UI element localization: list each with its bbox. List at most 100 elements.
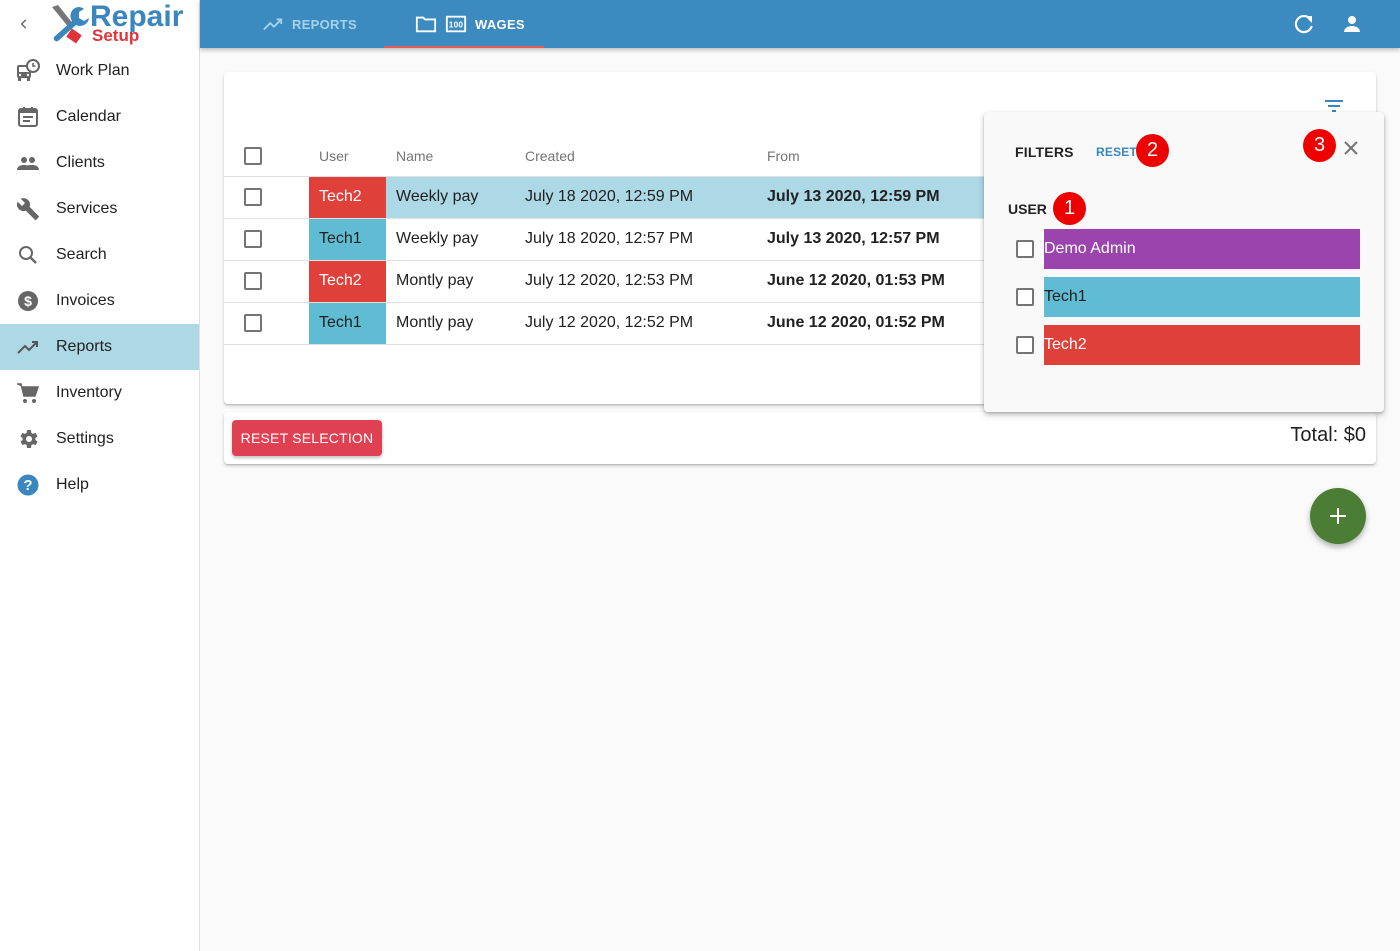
tab-reports[interactable]: REPORTS [262,0,357,48]
chevron-left-icon [20,19,27,29]
total-amount: Total: $0 [1290,424,1366,446]
from-cell: July 13 2020, 12:59 PM [767,176,984,219]
column-header-from[interactable]: From [767,136,984,177]
annotation-badge-2: 2 [1136,134,1169,167]
tab-label: REPORTS [292,16,357,32]
sidebar-item-label: Reports [56,338,113,355]
table-row[interactable]: Tech2 Weekly pay July 18 2020, 12:59 PM Jul… [224,176,984,219]
annotation-badge-1: 1 [1053,192,1086,225]
table-header-row: User Name Created From [224,136,984,177]
tab-label: WAGES [475,16,525,32]
search-icon [16,243,40,267]
sidebar-item-label: Search [56,246,107,263]
from-cell: July 13 2020, 12:57 PM [767,218,984,261]
user-filter-checkbox[interactable] [1016,336,1034,354]
sidebar-item-invoices[interactable]: $ Invoices [0,278,199,324]
sidebar-item-label: Invoices [56,292,115,309]
counter-100-icon: 100 [445,15,467,33]
column-header-user[interactable]: User [309,136,386,177]
row-checkbox[interactable] [244,271,262,290]
add-wage-button[interactable] [1310,488,1366,544]
user-cell: Tech2 [309,176,386,219]
help-circle-icon: ? [16,473,40,497]
svg-text:100: 100 [449,21,464,30]
select-all-checkbox[interactable] [244,146,262,165]
sidebar-item-calendar[interactable]: Calendar [0,94,199,140]
cart-icon [16,381,40,405]
user-filter-option: Tech2 [1016,325,1360,365]
calendar-icon [16,105,40,129]
dollar-circle-icon: $ [16,289,40,313]
user-filter-label[interactable]: Tech2 [1044,325,1360,365]
annotation-badge-3: 3 [1303,129,1336,162]
people-icon [16,151,40,175]
trending-up-icon [263,18,283,31]
sidebar-item-help[interactable]: ? Help [0,462,199,508]
sidebar-item-label: Clients [56,154,105,171]
plus-icon [1330,508,1346,524]
table-row[interactable]: Tech1 Weekly pay July 18 2020, 12:57 PM Jul… [224,218,984,261]
sidebar-item-search[interactable]: Search [0,232,199,278]
close-icon [1344,141,1358,155]
tab-wages[interactable]: 100 WAGES [384,0,544,48]
tools-logo-icon [52,5,89,44]
row-select-cell [224,218,309,261]
created-cell: July 12 2020, 12:53 PM [515,260,767,303]
folder-icon [415,16,437,33]
svg-text:$: $ [24,293,32,309]
row-select-cell [224,260,309,303]
sidebar-item-label: Settings [56,430,114,447]
account-button[interactable] [1340,12,1364,36]
app-logo[interactable]: Repair Setup [48,0,193,48]
refresh-button[interactable] [1292,12,1316,36]
person-icon [1344,16,1360,32]
sidebar-item-settings[interactable]: Settings [0,416,199,462]
user-filter-option: Demo Admin [1016,229,1360,269]
sidebar-item-work-plan[interactable]: Work Plan [0,48,199,94]
collapse-sidebar-button[interactable] [0,0,48,48]
created-cell: July 12 2020, 12:52 PM [515,302,767,345]
top-app-bar: REPORTS 100 WAGES [200,0,1400,48]
user-filter-label[interactable]: Tech1 [1044,277,1360,317]
row-checkbox[interactable] [244,313,262,332]
table-row[interactable]: Tech2 Montly pay July 12 2020, 12:53 PM Jun… [224,260,984,303]
reset-selection-button[interactable]: RESET SELECTION [232,420,382,456]
user-filter-checkbox[interactable] [1016,288,1034,306]
gear-icon [16,427,40,451]
column-header-created[interactable]: Created [515,136,767,177]
logo-word-setup: Setup [92,26,140,45]
sidebar-item-inventory[interactable]: Inventory [0,370,199,416]
user-filter-option: Tech1 [1016,277,1360,317]
created-cell: July 18 2020, 12:59 PM [515,176,767,219]
name-cell: Weekly pay [386,218,515,261]
sidebar-item-label: Calendar [56,108,121,125]
sidebar: Repair Setup Work Plan Calendar Clients … [0,0,200,951]
wrench-icon [16,197,40,221]
sidebar-item-reports[interactable]: Reports [0,324,199,370]
name-cell: Montly pay [386,260,515,303]
name-cell: Montly pay [386,302,515,345]
totals-bar: RESET SELECTION Total: $0 [224,412,1376,464]
user-cell: Tech1 [309,218,386,261]
row-checkbox[interactable] [244,187,262,206]
column-header-name[interactable]: Name [386,136,515,177]
refresh-icon [1294,14,1313,34]
sidebar-item-services[interactable]: Services [0,186,199,232]
name-cell: Weekly pay [386,176,515,219]
row-checkbox[interactable] [244,229,262,248]
sidebar-item-label: Inventory [56,384,122,401]
sidebar-item-clients[interactable]: Clients [0,140,199,186]
table-row[interactable]: Tech1 Montly pay July 12 2020, 12:52 PM Jun… [224,302,984,345]
sidebar-item-label: Services [56,200,118,217]
wages-table: User Name Created From Tech2 Weekly pay Ju… [224,136,984,345]
filters-reset-button[interactable]: RESET [1096,145,1137,159]
user-filter-label: USER [1008,201,1047,217]
close-filters-button[interactable] [1339,136,1363,160]
sidebar-item-label: Help [56,476,89,493]
svg-text:?: ? [23,477,32,494]
user-filter-label[interactable]: Demo Admin [1044,229,1360,269]
user-filter-checkbox[interactable] [1016,240,1034,258]
select-all-cell [224,136,309,177]
from-cell: June 12 2020, 01:52 PM [767,302,984,345]
row-select-cell [224,302,309,345]
